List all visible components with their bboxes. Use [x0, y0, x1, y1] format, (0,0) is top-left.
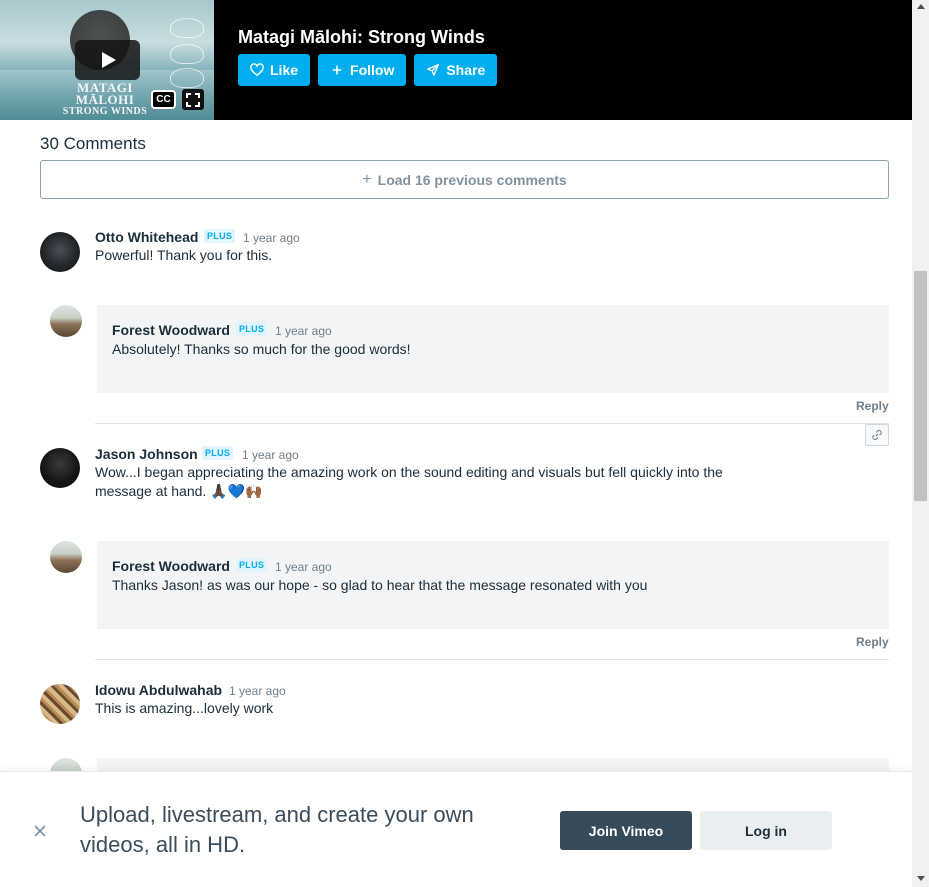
poster-subtitle: STRONG WINDS	[62, 106, 148, 117]
banner-text: Upload, livestream, and create your own …	[80, 802, 474, 857]
comment-author[interactable]: Jason Johnson	[95, 446, 198, 462]
comment-time[interactable]: 1 year ago	[243, 231, 300, 245]
reply-text: Absolutely! Thanks so much for the good …	[112, 341, 411, 357]
avatar[interactable]	[40, 684, 80, 724]
plus-badge: PLUS	[202, 446, 234, 460]
reply-button[interactable]: Reply	[856, 635, 889, 649]
log-in-button[interactable]: Log in	[700, 811, 832, 850]
plus-icon: +	[362, 170, 372, 188]
like-label: Like	[270, 62, 299, 78]
video-title: Matagi Mālohi: Strong Winds	[238, 27, 485, 47]
poster-title-text: MATAGI MĀLOHI	[75, 80, 135, 107]
reply-author[interactable]: Forest Woodward	[112, 558, 230, 574]
poster-title: MATAGI MĀLOHI STRONG WINDS	[60, 80, 150, 118]
plus-badge: PLUS	[236, 558, 268, 572]
scroll-up-arrow-icon[interactable]	[917, 4, 925, 9]
reply-text: Thanks Jason! as was our hope - so glad …	[112, 577, 648, 593]
avatar[interactable]	[50, 305, 82, 337]
plus-badge: PLUS	[204, 229, 236, 243]
permalink-button[interactable]	[865, 424, 889, 446]
play-button[interactable]	[75, 40, 140, 80]
scrollbar-thumb[interactable]	[914, 271, 927, 501]
scroll-down-arrow-icon[interactable]	[917, 876, 925, 881]
follow-label: Follow	[350, 62, 395, 78]
comment-text-line-2: message at hand. 🙏🏿💙🙌🏾	[95, 483, 263, 499]
plus-icon	[332, 65, 342, 75]
load-previous-label: Load 16 previous comments	[377, 171, 567, 188]
reply-time[interactable]: 1 year ago	[275, 560, 332, 574]
reply-button[interactable]: Reply	[856, 399, 889, 413]
divider	[95, 659, 889, 660]
link-icon	[872, 429, 882, 441]
plus-badge: PLUS	[236, 322, 268, 336]
player-bar: MATAGI MĀLOHI STRONG WINDS CC Matagi Māl…	[0, 0, 912, 120]
scrollbar[interactable]	[912, 0, 929, 887]
comment-author[interactable]: Idowu Abdulwahab	[95, 682, 222, 698]
laurel-icon	[170, 44, 204, 64]
share-label: Share	[446, 62, 486, 78]
comment-time[interactable]: 1 year ago	[242, 448, 299, 462]
heart-icon	[250, 63, 264, 77]
comment-text-line-1: Wow...I began appreciating the amazing w…	[95, 464, 723, 480]
video-thumbnail[interactable]: MATAGI MĀLOHI STRONG WINDS CC	[0, 0, 214, 120]
divider	[95, 423, 889, 424]
page: MATAGI MĀLOHI STRONG WINDS CC Matagi Māl…	[0, 0, 929, 887]
fullscreen-button[interactable]	[182, 89, 204, 110]
close-button[interactable]	[32, 823, 48, 839]
close-icon	[34, 825, 46, 837]
laurel-icon	[170, 68, 204, 88]
comment-time[interactable]: 1 year ago	[229, 684, 286, 698]
join-vimeo-button[interactable]: Join Vimeo	[560, 811, 692, 850]
send-icon	[427, 64, 440, 76]
captions-button[interactable]: CC	[151, 90, 176, 109]
fullscreen-icon	[186, 92, 200, 107]
avatar[interactable]	[40, 232, 80, 272]
comment-text: Powerful! Thank you for this.	[95, 247, 273, 263]
comments-count: 30 Comments	[40, 134, 146, 153]
follow-button[interactable]: Follow	[318, 54, 407, 86]
comment-text: This is amazing...lovely work	[95, 700, 274, 716]
action-buttons: Like Follow Share	[238, 54, 498, 86]
laurel-icon	[170, 18, 204, 38]
share-button[interactable]: Share	[414, 54, 498, 86]
reply-time[interactable]: 1 year ago	[275, 324, 332, 338]
reply-author[interactable]: Forest Woodward	[112, 322, 230, 338]
like-button[interactable]: Like	[238, 54, 311, 86]
signup-banner: Upload, livestream, and create your own …	[0, 771, 912, 887]
avatar[interactable]	[50, 541, 82, 573]
comment-author[interactable]: Otto Whitehead	[95, 229, 198, 245]
play-icon	[101, 52, 116, 68]
load-previous-comments-button[interactable]: + Load 16 previous comments	[40, 160, 889, 199]
avatar[interactable]	[40, 448, 80, 488]
